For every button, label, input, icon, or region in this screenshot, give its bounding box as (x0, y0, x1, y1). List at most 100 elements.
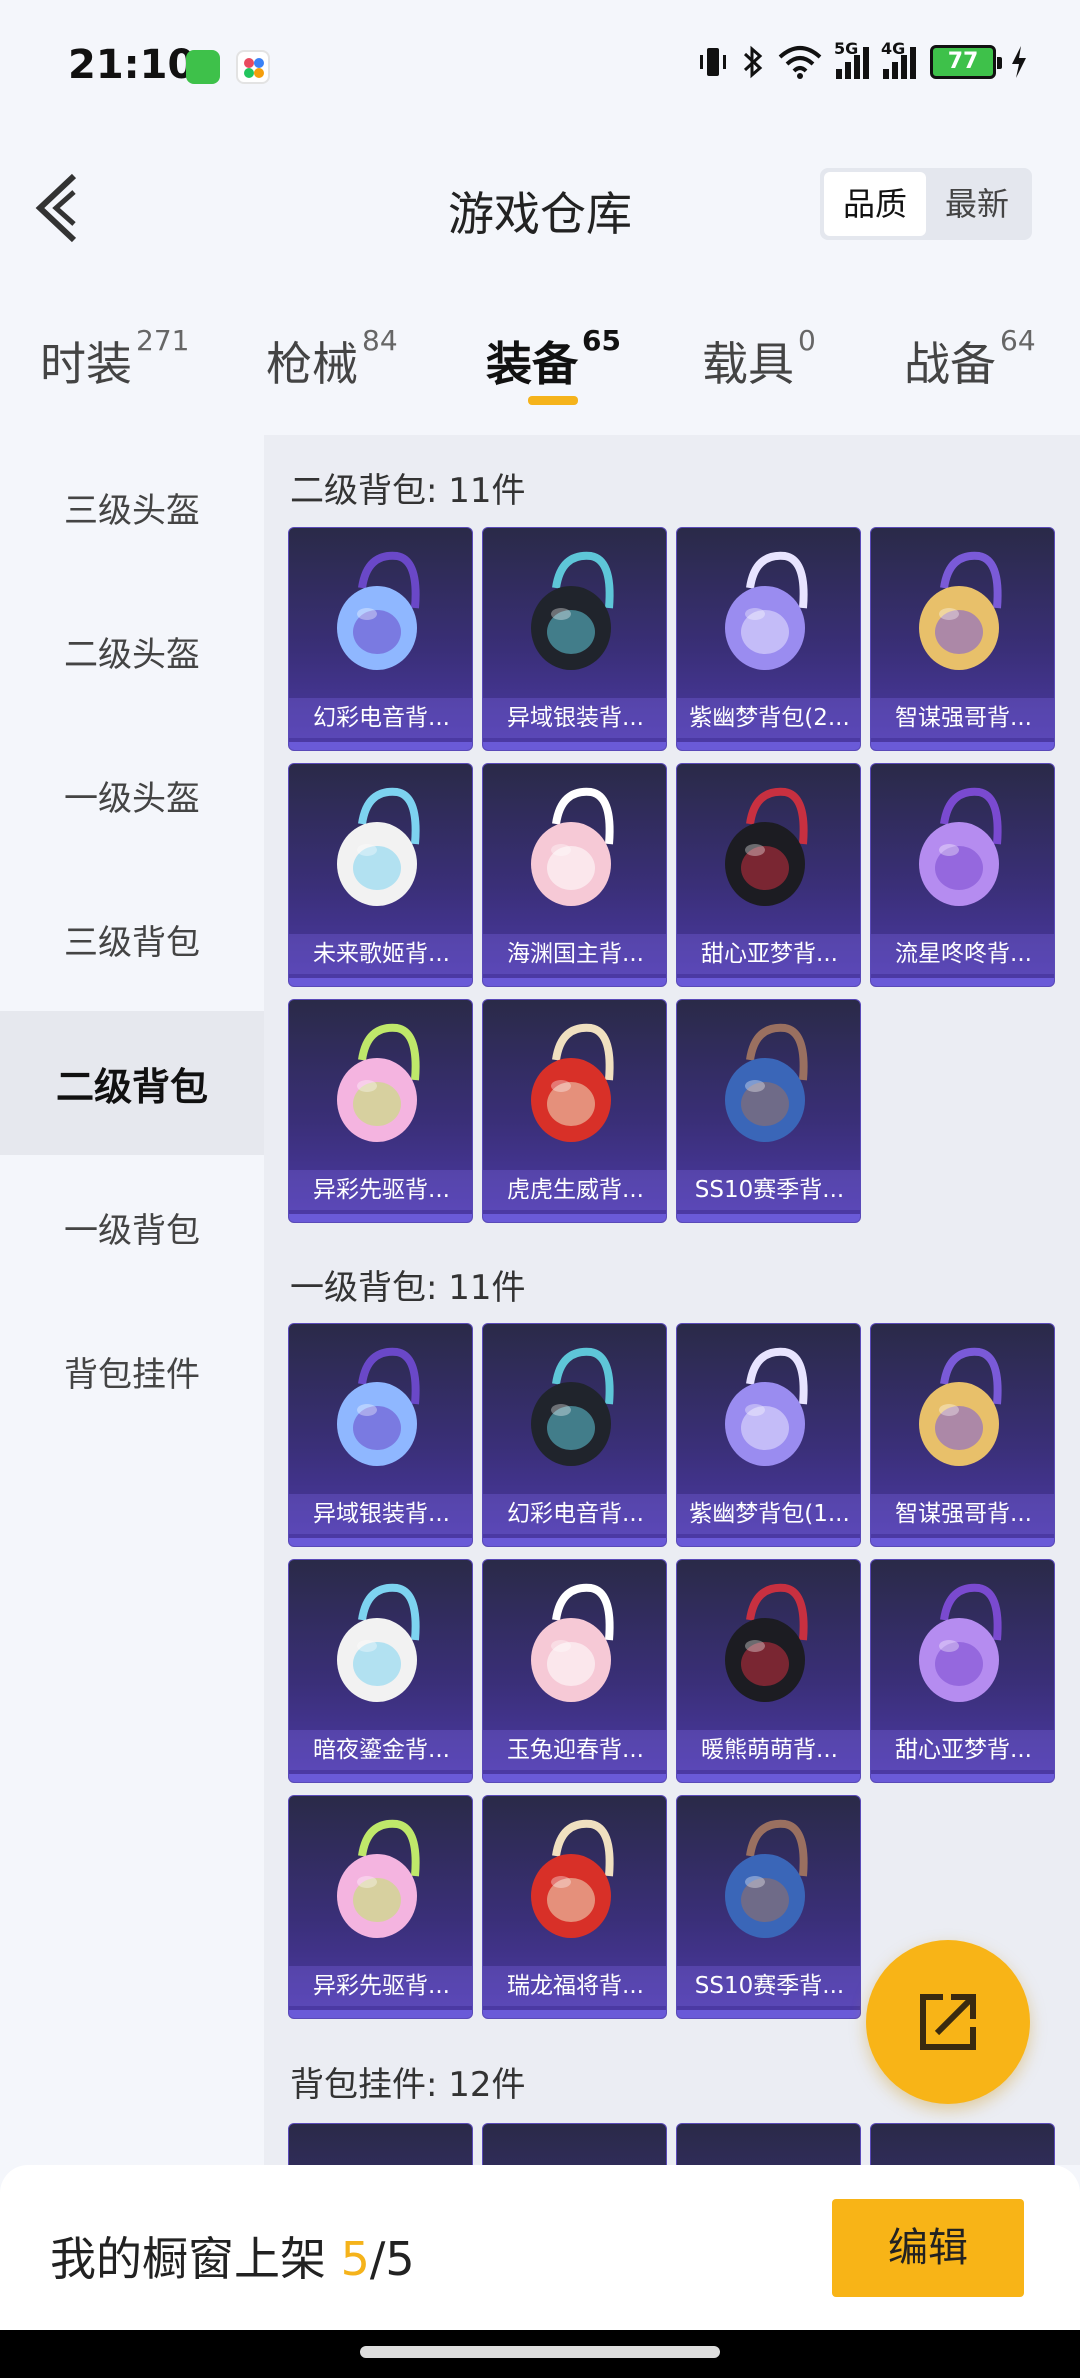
sidebar-item-lv2-helmet[interactable]: 二级头盔 (0, 579, 264, 723)
rarity-bar (483, 1538, 666, 1546)
rarity-bar (289, 978, 472, 986)
item-card[interactable]: 甜心亚梦背... (676, 763, 861, 987)
item-name: 智谋强哥背... (871, 698, 1054, 738)
rarity-bar (483, 742, 666, 750)
item-card[interactable]: 海渊国主背... (482, 763, 667, 987)
item-card[interactable]: 异彩先驱背... (288, 999, 473, 1223)
item-name: 甜心亚梦背... (677, 934, 860, 974)
item-card[interactable]: 流星咚咚背... (870, 763, 1055, 987)
item-name: 紫幽梦背包(2... (677, 698, 860, 738)
section-title: 一级背包: 11件 (290, 1268, 526, 1308)
item-name: 紫幽梦背包(1... (677, 1494, 860, 1534)
tab-count: 65 (582, 324, 621, 357)
backpack-image (289, 1560, 472, 1730)
backpack-image (289, 1796, 472, 1966)
item-card[interactable] (482, 2123, 667, 2165)
item-name: 幻彩电音背... (289, 698, 472, 738)
backpack-image (677, 1796, 860, 1966)
rarity-bar (677, 2010, 860, 2018)
backpack-image (677, 1324, 860, 1494)
tab-equipment[interactable]: 装备 65 (486, 324, 621, 394)
rarity-bar (677, 742, 860, 750)
rarity-bar (289, 1538, 472, 1546)
item-card[interactable]: 异彩先驱背... (288, 1795, 473, 2019)
tab-guns[interactable]: 枪械 84 (266, 324, 398, 394)
item-card[interactable]: 幻彩电音背... (288, 527, 473, 751)
backpack-image (677, 528, 860, 698)
share-button[interactable] (866, 1940, 1030, 2104)
item-card[interactable]: 异域银装背... (288, 1323, 473, 1547)
item-name: 瑞龙福将背... (483, 1966, 666, 2006)
backpack-image (289, 1324, 472, 1494)
item-card[interactable]: 甜心亚梦背... (870, 1559, 1055, 1783)
backpack-image (871, 1560, 1054, 1730)
home-indicator[interactable] (360, 2346, 720, 2358)
item-name: 虎虎生威背... (483, 1170, 666, 1210)
status-bar: 21:10 5G 4G 77 (0, 0, 1080, 130)
tab-label: 枪械 (266, 337, 358, 391)
rarity-bar (289, 742, 472, 750)
shelf-count: 5 (340, 2232, 370, 2286)
sidebar-item-lv1-backpack[interactable]: 一级背包 (0, 1155, 264, 1299)
shelf-label: 我的橱窗上架 (50, 2232, 326, 2286)
item-card[interactable]: 幻彩电音背... (482, 1323, 667, 1547)
item-card[interactable]: 智谋强哥背... (870, 1323, 1055, 1547)
battery-indicator: 77 (930, 45, 1002, 79)
item-card[interactable] (676, 2123, 861, 2165)
backpack-image (483, 1560, 666, 1730)
item-card[interactable]: 紫幽梦背包(1... (676, 1323, 861, 1547)
backpack-image (677, 1000, 860, 1170)
item-name: 异域银装背... (289, 1494, 472, 1534)
backpack-image (289, 1000, 472, 1170)
item-card[interactable]: 暖熊萌萌背... (676, 1559, 861, 1783)
item-card[interactable]: 暗夜鎏金背... (288, 1559, 473, 1783)
backpack-image (677, 1560, 860, 1730)
item-name: 暗夜鎏金背... (289, 1730, 472, 1770)
tab-label: 时装 (40, 337, 132, 391)
tab-supplies[interactable]: 战备 64 (904, 324, 1036, 394)
item-card[interactable]: 未来歌姬背... (288, 763, 473, 987)
item-name: 暖熊萌萌背... (677, 1730, 860, 1770)
rarity-bar (677, 1774, 860, 1782)
backpack-image (483, 1796, 666, 1966)
item-card[interactable]: 虎虎生威背... (482, 999, 667, 1223)
edit-button[interactable]: 编辑 (832, 2199, 1024, 2297)
item-grid-area[interactable]: 二级背包: 11件 一级背包: 11件 背包挂件: 12件 幻彩电音背... 异域… (264, 435, 1080, 2165)
rarity-bar (677, 1538, 860, 1546)
backpack-image (483, 764, 666, 934)
item-card[interactable]: 智谋强哥背... (870, 527, 1055, 751)
backpack-image (871, 528, 1054, 698)
item-name: 甜心亚梦背... (871, 1730, 1054, 1770)
bluetooth-icon (743, 45, 763, 79)
tab-vehicles[interactable]: 载具 0 (702, 324, 816, 394)
sidebar-item-backpack-charm[interactable]: 背包挂件 (0, 1299, 264, 1443)
item-name: 海渊国主背... (483, 934, 666, 974)
item-card[interactable]: 玉兔迎春背... (482, 1559, 667, 1783)
item-card[interactable]: SS10赛季背... (676, 1795, 861, 2019)
status-time: 21:10 (68, 42, 196, 88)
backpack-image (289, 764, 472, 934)
section-title: 背包挂件: 12件 (290, 2065, 526, 2105)
sidebar-item-lv1-helmet[interactable]: 一级头盔 (0, 723, 264, 867)
tab-fashion[interactable]: 时装 271 (40, 324, 189, 394)
item-card[interactable]: 瑞龙福将背... (482, 1795, 667, 2019)
tab-count: 84 (362, 324, 398, 357)
sort-quality-button[interactable]: 品质 (824, 172, 926, 236)
sort-newest-button[interactable]: 最新 (926, 172, 1028, 236)
rarity-bar (871, 1538, 1054, 1546)
sidebar-item-lv3-helmet[interactable]: 三级头盔 (0, 435, 264, 579)
item-card[interactable]: 异域银装背... (482, 527, 667, 751)
item-card[interactable] (870, 2123, 1055, 2165)
system-nav-bar (0, 2330, 1080, 2378)
rarity-bar (483, 2010, 666, 2018)
category-tabs: 时装 271 枪械 84 装备 65 载具 0 战备 64 (0, 320, 1080, 420)
rarity-bar (871, 978, 1054, 986)
tab-count: 0 (798, 324, 816, 357)
sidebar-item-lv3-backpack[interactable]: 三级背包 (0, 867, 264, 1011)
item-name: 幻彩电音背... (483, 1494, 666, 1534)
item-card[interactable] (288, 2123, 473, 2165)
rarity-bar (871, 1774, 1054, 1782)
item-card[interactable]: SS10赛季背... (676, 999, 861, 1223)
item-card[interactable]: 紫幽梦背包(2... (676, 527, 861, 751)
sidebar-item-lv2-backpack[interactable]: 二级背包 (0, 1011, 264, 1155)
